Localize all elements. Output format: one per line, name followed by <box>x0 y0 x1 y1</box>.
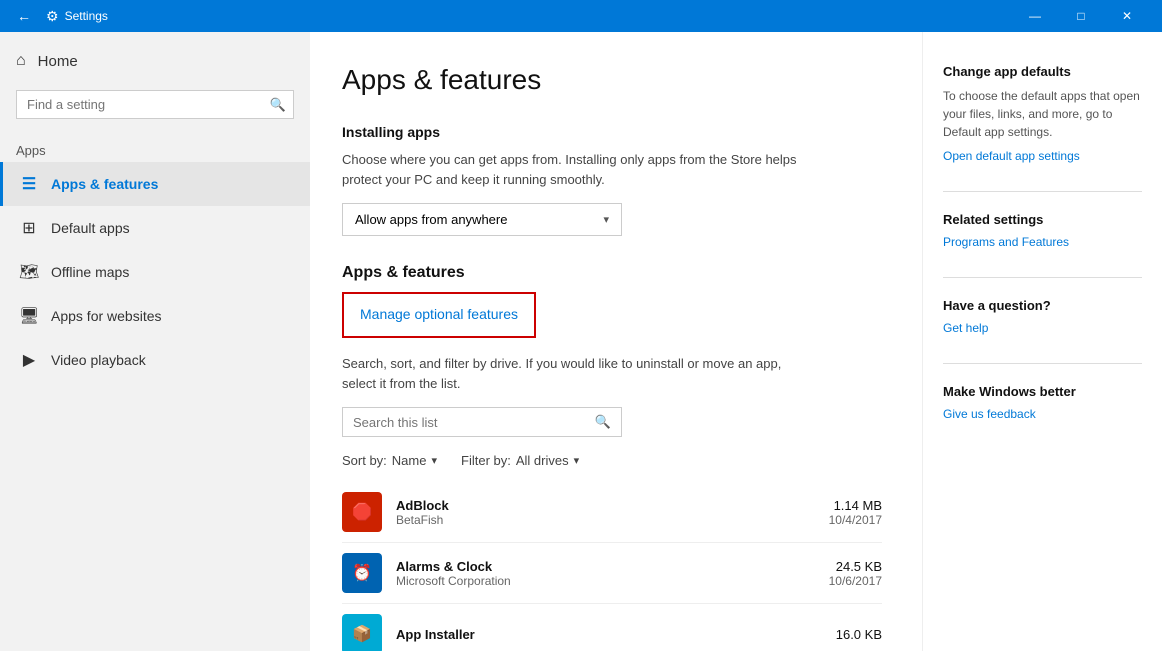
adblock-name: AdBlock <box>396 498 829 513</box>
titlebar-title: Settings <box>65 9 1012 23</box>
open-default-app-settings-link[interactable]: Open default app settings <box>943 149 1142 163</box>
have-question-heading: Have a question? <box>943 298 1142 313</box>
divider-2 <box>943 277 1142 278</box>
content-area: Apps & features Installing apps Choose w… <box>310 32 922 651</box>
filter-label: Filter by: <box>461 453 511 468</box>
offline-maps-icon: 🗺 <box>19 262 39 282</box>
change-defaults-desc: To choose the default apps that open you… <box>943 87 1142 141</box>
minimize-button[interactable]: — <box>1012 0 1058 32</box>
sort-label: Sort by: <box>342 453 387 468</box>
main-layout: ⌂ Home 🔍 Apps ☰ Apps & features ⊞ Defaul… <box>0 32 1162 651</box>
sidebar-item-offline-maps-label: Offline maps <box>51 264 129 280</box>
video-playback-icon: ▶ <box>19 350 39 370</box>
installer-icon: 📦 <box>342 614 382 651</box>
app-item-installer[interactable]: 📦 App Installer 16.0 KB <box>342 604 882 651</box>
back-button[interactable]: ← <box>12 4 36 28</box>
sidebar-item-video-playback[interactable]: ▶ Video playback <box>0 338 310 382</box>
titlebar: ← ⚙ Settings — □ ✕ <box>0 0 1162 32</box>
sidebar-item-offline-maps[interactable]: 🗺 Offline maps <box>0 250 310 294</box>
app-item-alarms[interactable]: ⏰ Alarms & Clock Microsoft Corporation 2… <box>342 543 882 604</box>
programs-and-features-link[interactable]: Programs and Features <box>943 235 1142 249</box>
allow-apps-dropdown[interactable]: Allow apps from anywhere ▾ <box>342 203 622 236</box>
sidebar-item-apps-features-label: Apps & features <box>51 176 158 192</box>
settings-icon: ⚙ <box>46 8 59 25</box>
alarms-size: 24.5 KB <box>829 559 882 574</box>
alarms-meta: 24.5 KB 10/6/2017 <box>829 559 882 588</box>
search-list-input[interactable] <box>353 415 595 430</box>
change-defaults-section: Change app defaults To choose the defaul… <box>943 64 1142 163</box>
manage-optional-features-link[interactable]: Manage optional features <box>360 306 518 322</box>
make-better-section: Make Windows better Give us feedback <box>943 384 1142 421</box>
sidebar-section-label: Apps <box>0 135 310 162</box>
apps-features-subheading: Apps & features <box>342 264 882 282</box>
alarms-date: 10/6/2017 <box>829 574 882 588</box>
filter-value: All drives <box>516 453 569 468</box>
divider-1 <box>943 191 1142 192</box>
related-settings-section: Related settings Programs and Features <box>943 212 1142 249</box>
adblock-info: AdBlock BetaFish <box>396 498 829 527</box>
change-defaults-heading: Change app defaults <box>943 64 1142 79</box>
allow-apps-value: Allow apps from anywhere <box>355 212 507 227</box>
installer-size: 16.0 KB <box>836 627 882 642</box>
sidebar-home-button[interactable]: ⌂ Home <box>0 40 310 82</box>
sidebar-home-label: Home <box>38 53 78 70</box>
search-sort-desc: Search, sort, and filter by drive. If yo… <box>342 354 802 393</box>
sidebar-item-apps-websites[interactable]: 🖥 Apps for websites <box>0 294 310 338</box>
installer-name: App Installer <box>396 627 836 642</box>
search-list-icon: 🔍 <box>595 414 611 430</box>
sidebar-item-default-apps-label: Default apps <box>51 220 130 236</box>
default-apps-icon: ⊞ <box>19 218 39 238</box>
make-better-heading: Make Windows better <box>943 384 1142 399</box>
get-help-link[interactable]: Get help <box>943 321 1142 335</box>
installer-meta: 16.0 KB <box>836 627 882 642</box>
app-list: 🛑 AdBlock BetaFish 1.14 MB 10/4/2017 ⏰ A… <box>342 482 882 651</box>
sidebar: ⌂ Home 🔍 Apps ☰ Apps & features ⊞ Defaul… <box>0 32 310 651</box>
sort-by-dropdown[interactable]: Sort by: Name ▾ <box>342 453 437 468</box>
sidebar-search-container: 🔍 <box>16 90 294 119</box>
window-controls: — □ ✕ <box>1012 0 1150 32</box>
sidebar-item-apps-features[interactable]: ☰ Apps & features <box>0 162 310 206</box>
app-item-adblock[interactable]: 🛑 AdBlock BetaFish 1.14 MB 10/4/2017 <box>342 482 882 543</box>
sort-chevron-icon: ▾ <box>431 454 437 467</box>
have-question-section: Have a question? Get help <box>943 298 1142 335</box>
search-list-container: 🔍 <box>342 407 622 437</box>
installing-apps-desc: Choose where you can get apps from. Inst… <box>342 150 802 189</box>
page-title: Apps & features <box>342 64 882 96</box>
adblock-date: 10/4/2017 <box>829 513 882 527</box>
divider-3 <box>943 363 1142 364</box>
apps-features-icon: ☰ <box>19 174 39 194</box>
search-icon: 🔍 <box>270 97 286 113</box>
home-icon: ⌂ <box>16 52 26 70</box>
filter-by-dropdown[interactable]: Filter by: All drives ▾ <box>461 453 579 468</box>
apps-websites-icon: 🖥 <box>19 306 39 326</box>
adblock-publisher: BetaFish <box>396 513 829 527</box>
right-panel: Change app defaults To choose the defaul… <box>922 32 1162 651</box>
installer-info: App Installer <box>396 627 836 642</box>
maximize-button[interactable]: □ <box>1058 0 1104 32</box>
sidebar-item-apps-websites-label: Apps for websites <box>51 308 162 324</box>
alarms-publisher: Microsoft Corporation <box>396 574 829 588</box>
close-button[interactable]: ✕ <box>1104 0 1150 32</box>
sidebar-item-default-apps[interactable]: ⊞ Default apps <box>0 206 310 250</box>
dropdown-chevron-icon: ▾ <box>603 213 609 226</box>
manage-optional-features-box[interactable]: Manage optional features <box>342 292 536 338</box>
give-feedback-link[interactable]: Give us feedback <box>943 407 1142 421</box>
sidebar-item-video-playback-label: Video playback <box>51 352 146 368</box>
adblock-meta: 1.14 MB 10/4/2017 <box>829 498 882 527</box>
adblock-size: 1.14 MB <box>829 498 882 513</box>
sort-value: Name <box>392 453 427 468</box>
installing-apps-heading: Installing apps <box>342 124 882 140</box>
alarms-name: Alarms & Clock <box>396 559 829 574</box>
alarms-icon: ⏰ <box>342 553 382 593</box>
sidebar-search-input[interactable] <box>16 90 294 119</box>
filter-chevron-icon: ▾ <box>574 454 580 467</box>
sort-filter-row: Sort by: Name ▾ Filter by: All drives ▾ <box>342 453 882 468</box>
alarms-info: Alarms & Clock Microsoft Corporation <box>396 559 829 588</box>
adblock-icon: 🛑 <box>342 492 382 532</box>
related-settings-heading: Related settings <box>943 212 1142 227</box>
